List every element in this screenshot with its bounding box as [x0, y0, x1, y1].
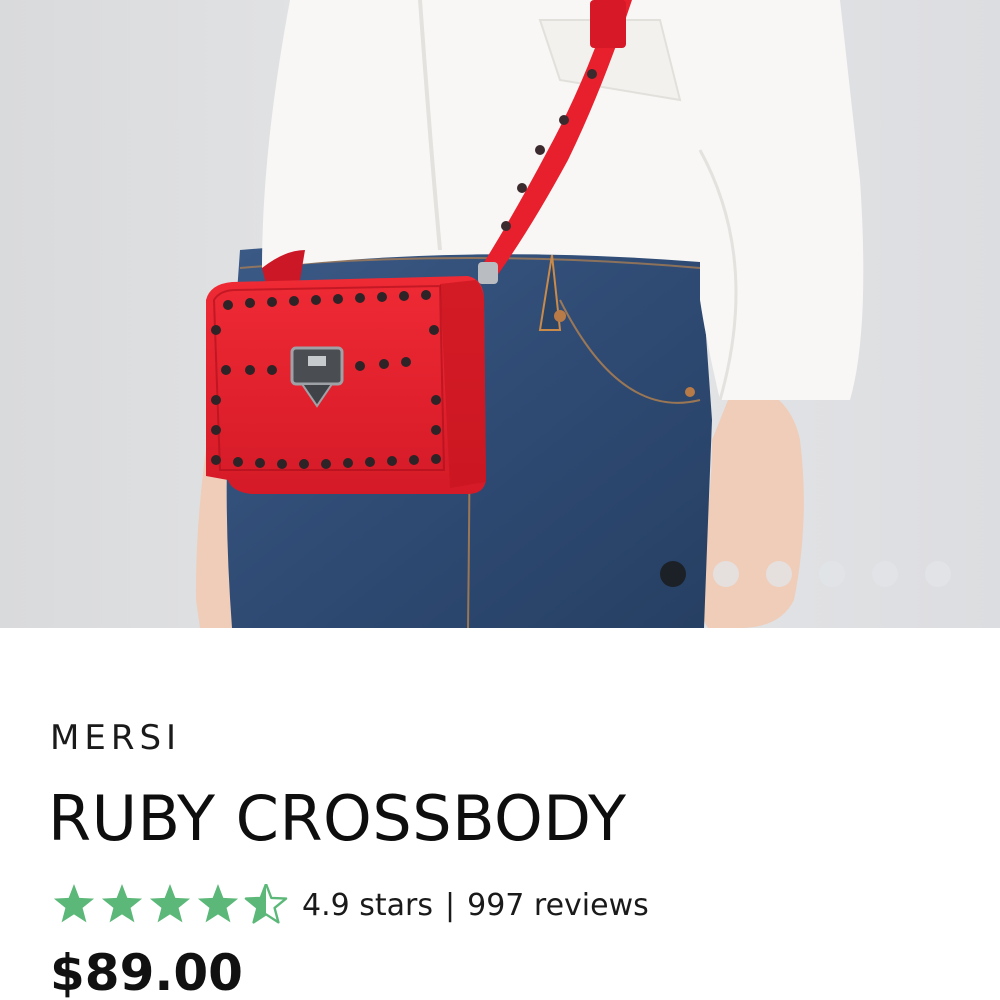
rating-stars-text: 4.9 stars [302, 887, 433, 923]
star-icon [196, 884, 240, 926]
star-icon [52, 884, 96, 926]
gallery-dot-5[interactable] [872, 561, 898, 587]
product-page: MERSI RUBY CROSSBODY 4.9 stars | 997 rev… [0, 0, 1000, 1000]
gallery-dot-2[interactable] [713, 561, 739, 587]
product-title: RUBY CROSSBODY [48, 782, 627, 855]
rating-separator: | [445, 887, 456, 923]
gallery-dot-6[interactable] [925, 561, 951, 587]
product-image-gallery[interactable] [0, 0, 1000, 628]
gallery-dot-4[interactable] [819, 561, 845, 587]
product-price: $89.00 [50, 944, 243, 1000]
gallery-dot-1[interactable] [660, 561, 686, 587]
star-icon [148, 884, 192, 926]
reviews-count-link[interactable]: 997 reviews [467, 888, 649, 923]
gallery-dot-3[interactable] [766, 561, 792, 587]
star-icon [100, 884, 144, 926]
gallery-pagination [660, 560, 951, 588]
rating-stars [52, 884, 288, 926]
product-photo [0, 0, 1000, 628]
product-rating[interactable]: 4.9 stars | 997 reviews [52, 884, 649, 926]
brand-name[interactable]: MERSI [50, 718, 181, 758]
half-star-icon [244, 884, 288, 926]
